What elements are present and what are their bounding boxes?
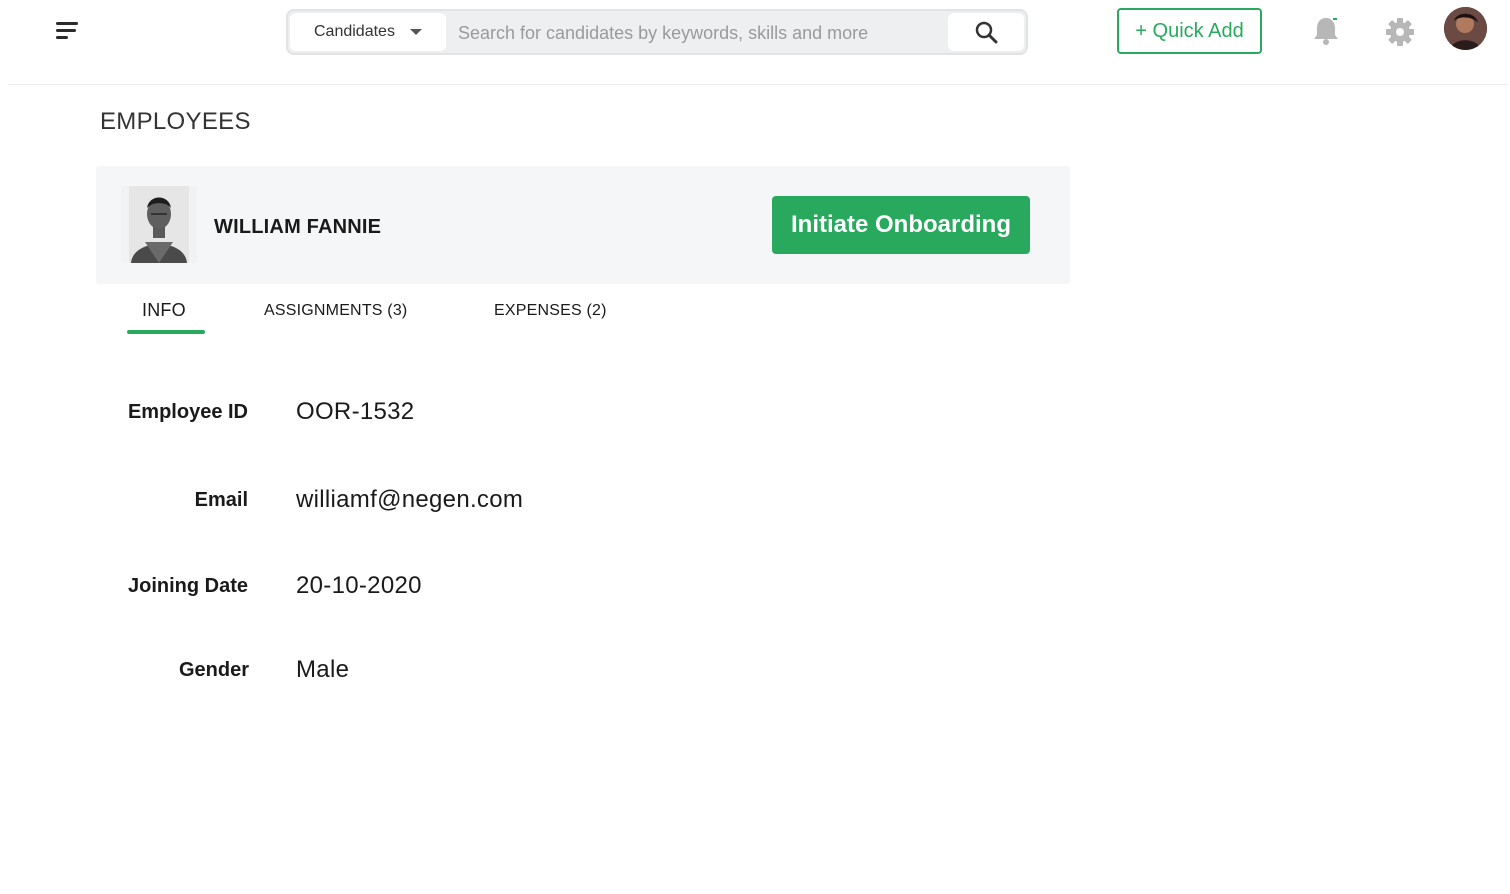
- tab-expenses[interactable]: EXPENSES (2): [494, 302, 607, 320]
- page-title: EMPLOYEES: [100, 108, 251, 135]
- search-scope-label: Candidates: [314, 23, 395, 40]
- employee-id-label: Employee ID: [127, 401, 248, 423]
- email-value: williamf@negen.com: [296, 486, 524, 513]
- email-label: Email: [194, 489, 248, 511]
- employee-name: WILLIAM FANNIE: [214, 216, 382, 238]
- joining-date-value: 20-10-2020: [296, 572, 422, 599]
- chevron-down-icon: [410, 29, 422, 35]
- joining-date-label: Joining Date: [127, 575, 248, 597]
- gender-value: Male: [296, 656, 350, 683]
- quick-add-button[interactable]: + Quick Add: [1117, 8, 1262, 54]
- search-icon: [975, 21, 998, 44]
- search-input[interactable]: [458, 15, 946, 51]
- gear-icon[interactable]: [1384, 16, 1416, 48]
- search-scope-dropdown[interactable]: Candidates: [290, 13, 446, 51]
- tab-info[interactable]: INFO: [142, 300, 186, 321]
- employee-photo: [121, 186, 197, 263]
- initiate-onboarding-button[interactable]: Initiate Onboarding: [772, 196, 1030, 254]
- gender-label: Gender: [178, 659, 249, 681]
- tab-assignments[interactable]: ASSIGNMENTS (3): [264, 302, 407, 320]
- hamburger-menu-icon[interactable]: [56, 20, 84, 42]
- search-button[interactable]: [948, 13, 1024, 51]
- employee-header-card: WILLIAM FANNIE Initiate Onboarding: [96, 166, 1070, 284]
- user-avatar[interactable]: [1444, 7, 1487, 50]
- top-bar: Candidates + Quick Add: [8, 0, 1508, 85]
- active-tab-indicator: [127, 330, 205, 334]
- search-bar: Candidates: [286, 9, 1028, 55]
- employee-tabs: INFO ASSIGNMENTS (3) EXPENSES (2): [96, 290, 1070, 340]
- bell-icon[interactable]: [1310, 16, 1342, 46]
- employee-id-value: OOR-1532: [296, 398, 415, 425]
